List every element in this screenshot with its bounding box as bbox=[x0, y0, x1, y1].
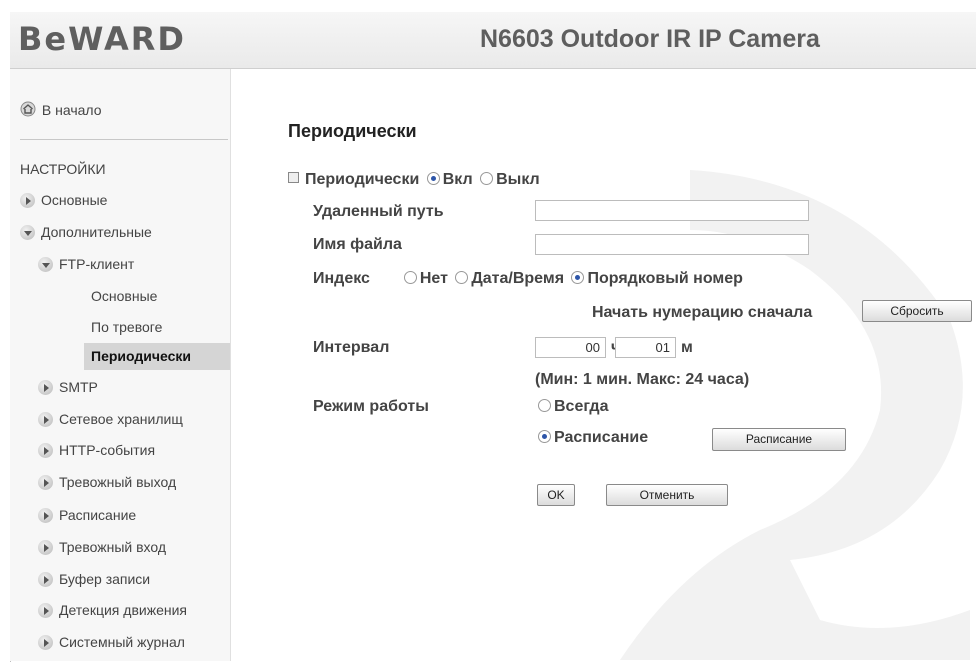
sidebar-item-label: Сетевое хранилищ bbox=[59, 411, 183, 427]
minutes-unit: м bbox=[681, 339, 693, 356]
index-datetime-radio[interactable] bbox=[455, 271, 469, 284]
sidebar-item-label: Буфер записи bbox=[59, 571, 151, 587]
interval-hours-input[interactable]: 00 bbox=[535, 337, 606, 358]
sidebar-item-advanced[interactable]: Дополнительные bbox=[20, 224, 152, 240]
cancel-button[interactable]: Отменить bbox=[606, 484, 728, 506]
header-bar: BeWARD N6603 Outdoor IR IP Camera bbox=[10, 12, 976, 69]
sidebar-item-ftp-client[interactable]: FTP-клиент bbox=[38, 256, 134, 272]
restart-numbering-label: Начать нумерацию сначала bbox=[592, 304, 813, 321]
mode-label: Режим работы bbox=[313, 398, 429, 415]
filename-input[interactable] bbox=[535, 234, 809, 255]
enable-off-radio[interactable] bbox=[480, 172, 494, 185]
interval-label: Интервал bbox=[313, 339, 390, 356]
sidebar-item-label: SMTP bbox=[59, 379, 98, 395]
index-sequence-radio[interactable] bbox=[571, 271, 585, 284]
reset-numbering-button[interactable]: Сбросить bbox=[862, 300, 972, 322]
camera-title: N6603 Outdoor IR IP Camera bbox=[480, 25, 820, 53]
enable-off-label: Выкл bbox=[496, 171, 540, 188]
remote-path-label: Удаленный путь bbox=[313, 203, 444, 220]
mode-always-label: Всегда bbox=[554, 398, 609, 415]
index-none-radio[interactable] bbox=[403, 271, 417, 284]
expand-arrow-icon bbox=[38, 603, 53, 618]
home-label: В начало bbox=[41, 102, 102, 118]
expand-arrow-icon bbox=[38, 475, 53, 490]
expand-arrow-icon bbox=[38, 508, 53, 523]
sidebar-item-label: Периодически bbox=[91, 348, 191, 364]
sidebar: В начало НАСТРОЙКИ Основные Дополнительн… bbox=[10, 69, 231, 661]
index-label: Индекс bbox=[313, 270, 370, 287]
sidebar-item-smtp[interactable]: SMTP bbox=[38, 379, 98, 395]
sidebar-divider bbox=[20, 139, 228, 140]
sidebar-item-alarm-output[interactable]: Тревожный выход bbox=[38, 474, 176, 490]
sidebar-item-label: Основные bbox=[41, 192, 108, 208]
page-title: Периодически bbox=[288, 121, 417, 141]
sidebar-item-record-buffer[interactable]: Буфер записи bbox=[38, 571, 150, 587]
home-link[interactable]: В начало bbox=[20, 101, 102, 118]
sidebar-item-motion-detection[interactable]: Детекция движения bbox=[38, 602, 187, 618]
expand-arrow-icon bbox=[20, 193, 35, 208]
home-icon bbox=[20, 101, 36, 117]
sidebar-item-label: По тревоге bbox=[91, 319, 163, 335]
interval-minutes-input[interactable]: 01 bbox=[615, 337, 676, 358]
schedule-button[interactable]: Расписание bbox=[712, 428, 846, 451]
sidebar-item-label: Тревожный вход bbox=[59, 539, 167, 555]
remote-path-input[interactable] bbox=[535, 200, 809, 221]
expand-arrow-icon bbox=[38, 412, 53, 427]
sidebar-item-label: FTP-клиент bbox=[59, 256, 135, 272]
sidebar-item-ftp-alarm[interactable]: По тревоге bbox=[91, 319, 162, 335]
bullet-icon bbox=[288, 172, 299, 183]
sidebar-item-label: HTTP-события bbox=[59, 442, 156, 458]
sidebar-item-periodic[interactable]: Периодически bbox=[84, 343, 230, 370]
mode-always-row: Всегда bbox=[535, 398, 608, 416]
sidebar-item-label: Системный журнал bbox=[59, 634, 185, 650]
sidebar-item-ftp-basic[interactable]: Основные bbox=[91, 288, 157, 304]
sidebar-item-system-log[interactable]: Системный журнал bbox=[38, 634, 185, 650]
enable-on-radio[interactable] bbox=[426, 172, 440, 185]
expand-arrow-icon bbox=[38, 572, 53, 587]
sidebar-item-http-events[interactable]: HTTP-события bbox=[38, 442, 155, 458]
sidebar-item-network-storage[interactable]: Сетевое хранилищ bbox=[38, 411, 183, 427]
sidebar-item-alarm-input[interactable]: Тревожный вход bbox=[38, 539, 166, 555]
beward-logo: BeWARD bbox=[18, 20, 186, 58]
index-sequence-label: Порядковый номер bbox=[587, 270, 743, 287]
enable-row: Периодически Вкл Выкл bbox=[288, 171, 540, 189]
interval-hint: (Мин: 1 мин. Макс: 24 часа) bbox=[535, 371, 750, 388]
sidebar-item-label: Дополнительные bbox=[41, 224, 152, 240]
mode-always-radio[interactable] bbox=[538, 399, 551, 412]
enable-on-label: Вкл bbox=[442, 171, 473, 188]
main-content: Периодически Периодически Вкл Выкл Удале… bbox=[231, 69, 976, 661]
sidebar-item-label: Основные bbox=[91, 288, 158, 304]
expand-arrow-icon bbox=[38, 380, 53, 395]
sidebar-item-label: Тревожный выход bbox=[59, 474, 177, 490]
expand-arrow-icon bbox=[38, 443, 53, 458]
expand-arrow-icon bbox=[38, 635, 53, 650]
mode-schedule-label: Расписание bbox=[554, 429, 649, 446]
mode-schedule-radio[interactable] bbox=[538, 430, 551, 443]
index-datetime-label: Дата/Время bbox=[471, 270, 565, 287]
sidebar-item-label: Расписание bbox=[59, 507, 137, 523]
enable-label: Периодически bbox=[305, 171, 420, 188]
sidebar-item-label: Детекция движения bbox=[59, 602, 187, 618]
index-row: Индекс Нет Дата/Время Порядковый номер bbox=[313, 270, 743, 288]
mode-schedule-row: Расписание bbox=[535, 429, 648, 447]
collapse-arrow-icon bbox=[38, 257, 53, 272]
filename-label: Имя файла bbox=[313, 236, 402, 253]
ok-button[interactable]: OK bbox=[537, 484, 575, 506]
index-none-label: Нет bbox=[419, 270, 448, 287]
sidebar-item-basic[interactable]: Основные bbox=[20, 192, 107, 208]
settings-section-title: НАСТРОЙКИ bbox=[20, 161, 106, 177]
sidebar-item-schedule[interactable]: Расписание bbox=[38, 507, 136, 523]
collapse-arrow-icon bbox=[20, 225, 35, 240]
expand-arrow-icon bbox=[38, 540, 53, 555]
